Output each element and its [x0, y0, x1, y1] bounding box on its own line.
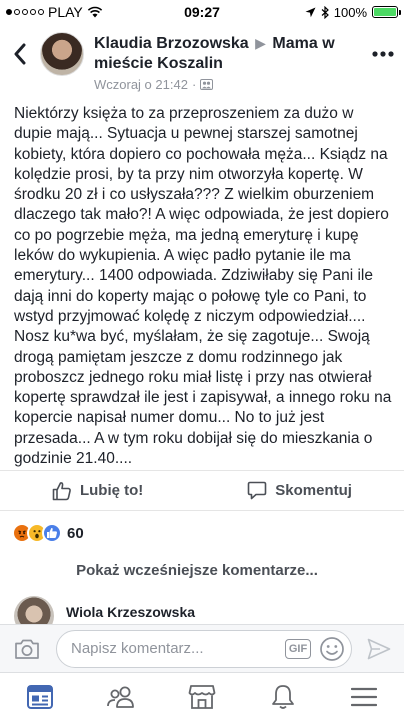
more-options-button[interactable]: [362, 24, 404, 84]
header-text: Klaudia Brzozowska ▶ Mama w mieście Kosz…: [84, 24, 362, 92]
show-previous-comments-link[interactable]: Pokaż wcześniejsze komentarze...: [0, 562, 394, 579]
author-avatar[interactable]: [40, 32, 84, 76]
post-actions: Lubię to! Skomentuj: [0, 470, 404, 510]
tab-friends[interactable]: [96, 674, 146, 720]
camera-button[interactable]: [10, 638, 44, 660]
tab-bar: [0, 672, 404, 720]
post-header: Klaudia Brzozowska ▶ Mama w mieście Kosz…: [0, 24, 404, 96]
carrier-signal: PLAY: [6, 4, 103, 20]
tab-notifications[interactable]: [258, 674, 308, 720]
menu-icon: [350, 687, 377, 706]
tab-news-feed[interactable]: [15, 674, 65, 720]
comment-placeholder: Napisz komentarz...: [71, 640, 204, 657]
battery-percent: 100%: [333, 4, 367, 20]
send-button[interactable]: [364, 638, 394, 660]
back-button[interactable]: [0, 24, 40, 84]
reactions-summary[interactable]: 60: [12, 522, 84, 544]
news-feed-icon: [27, 684, 54, 709]
battery-fill: [374, 8, 396, 16]
notifications-icon: [271, 684, 294, 709]
status-right: 100%: [305, 4, 401, 20]
comment-input[interactable]: Napisz komentarz... GIF: [56, 629, 352, 668]
thumbs-up-icon: [52, 481, 71, 500]
bluetooth-icon: [321, 5, 329, 19]
post-meta: Wczoraj o 21:42 ·: [94, 77, 362, 92]
emoji-icon[interactable]: [319, 636, 345, 662]
chevron-left-icon: [14, 43, 26, 65]
location-icon: [305, 7, 316, 17]
comment-icon: [247, 481, 267, 500]
like-reaction-icon: [42, 523, 62, 543]
group-icon: [200, 79, 214, 90]
send-icon: [367, 638, 391, 659]
reaction-count: 60: [67, 524, 84, 542]
post-text: Niektórzy księża to za przeproszeniem za…: [14, 105, 392, 468]
post-title: Klaudia Brzozowska ▶ Mama w mieście Kosz…: [94, 33, 362, 74]
battery-icon: [372, 6, 401, 18]
tab-marketplace[interactable]: [177, 674, 227, 720]
gif-button[interactable]: GIF: [285, 638, 311, 659]
comment-label: Skomentuj: [275, 482, 352, 499]
like-label: Lubię to!: [79, 482, 144, 499]
separator-dot: ·: [191, 77, 197, 92]
like-button[interactable]: Lubię to!: [52, 481, 143, 501]
comment-composer: Napisz komentarz... GIF: [0, 624, 404, 672]
friends-icon: [107, 686, 135, 708]
commenter-name[interactable]: Wiola Krzeszowska: [66, 604, 195, 620]
arrow-right-icon: ▶: [255, 35, 266, 51]
post-timestamp[interactable]: Wczoraj o 21:42: [94, 77, 188, 92]
carrier-name: PLAY: [48, 4, 83, 20]
author-name[interactable]: Klaudia Brzozowska: [94, 35, 249, 52]
marketplace-icon: [188, 684, 216, 709]
comment-button[interactable]: Skomentuj: [247, 481, 352, 500]
tab-menu[interactable]: [339, 674, 389, 720]
camera-icon: [15, 639, 39, 659]
divider: [0, 510, 404, 511]
wifi-icon: [87, 6, 102, 18]
more-icon: [372, 51, 394, 57]
signal-strength-icon: [6, 9, 44, 15]
status-bar: PLAY 09:27 100%: [0, 0, 404, 24]
